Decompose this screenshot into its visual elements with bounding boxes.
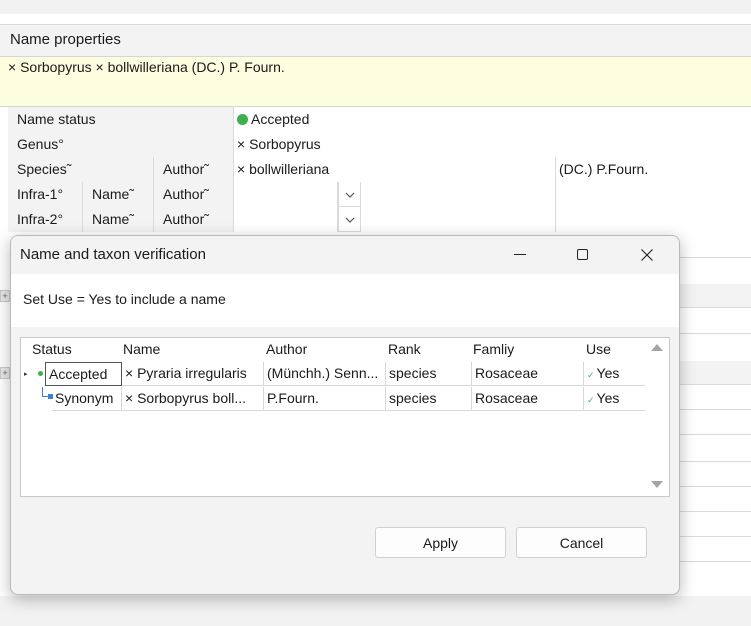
grid-line: [680, 461, 751, 462]
column-header-status[interactable]: Status: [32, 341, 72, 357]
green-status-dot-icon: [237, 114, 248, 125]
species-author-label: Author˜: [154, 157, 234, 182]
chevron-down-icon[interactable]: [338, 207, 361, 232]
infra1-label: Infra-1°: [8, 182, 83, 207]
infra2-author-field[interactable]: [556, 207, 751, 232]
dialog-hint-area: Set Use = Yes to include a name: [11, 274, 679, 327]
grid-line: [680, 536, 751, 537]
name-status-row: Name status Accepted: [8, 107, 751, 132]
infra1-rank-select[interactable]: [234, 182, 338, 207]
cell-use[interactable]: ✓ Yes: [584, 387, 646, 411]
infra2-name-field[interactable]: [361, 207, 556, 232]
window-bottom-strip: [0, 596, 751, 626]
species-field[interactable]: × bollwilleriana: [234, 157, 556, 182]
column-header-name[interactable]: Name: [123, 341, 160, 357]
cell-name[interactable]: × Sorbopyrus boll...: [122, 387, 264, 411]
grid-line: [680, 434, 751, 435]
table-row[interactable]: Synonym × Sorbopyrus boll... P.Fourn. sp…: [21, 387, 646, 412]
cell-rank[interactable]: species: [386, 387, 472, 411]
minimize-icon[interactable]: [497, 236, 543, 274]
species-label: Species˜: [8, 157, 154, 182]
infra2-author-label: Author˜: [154, 207, 234, 232]
genus-row: Genus° × Sorbopyrus: [8, 132, 751, 157]
chevron-down-icon[interactable]: [338, 182, 361, 207]
table-row[interactable]: ▸ Accepted × Pyraria irregularis (Münchh…: [21, 362, 646, 387]
grid-row-bg: [680, 361, 751, 385]
full-name-display: × Sorbopyrus × bollwilleriana (DC.) P. F…: [0, 57, 751, 107]
column-header-family[interactable]: Famliy: [473, 341, 514, 357]
cell-family[interactable]: Rosaceae: [472, 387, 584, 411]
name-status-label: Name status: [8, 107, 234, 132]
infra1-author-field[interactable]: [556, 182, 751, 207]
window-top-strip: [0, 0, 751, 14]
cell-use[interactable]: ✓ Yes: [584, 362, 646, 386]
cell-author[interactable]: P.Fourn.: [264, 387, 386, 411]
expand-icon[interactable]: +: [0, 290, 10, 302]
grid-line: [680, 486, 751, 487]
cell-name[interactable]: × Pyraria irregularis: [122, 362, 264, 386]
name-taxon-verification-dialog: Name and taxon verification Set Use = Ye…: [10, 235, 680, 595]
cell-author[interactable]: (Münchh.) Senn...: [264, 362, 386, 386]
species-author-field[interactable]: (DC.) P.Fourn.: [556, 157, 751, 182]
infra1-row: Infra-1° Name˜ Author˜: [8, 182, 751, 207]
panel-title: Name properties: [0, 24, 751, 57]
species-row: Species˜ Author˜ × bollwilleriana (DC.) …: [8, 157, 751, 182]
dialog-title: Name and taxon verification: [20, 246, 206, 263]
cell-status[interactable]: Synonym: [52, 387, 122, 411]
scroll-up-icon[interactable]: [651, 344, 663, 351]
infra1-name-label: Name˜: [83, 182, 154, 207]
cell-family[interactable]: Rosaceae: [472, 362, 584, 386]
dialog-titlebar[interactable]: Name and taxon verification: [11, 236, 679, 274]
maximize-icon[interactable]: [560, 236, 606, 274]
grid-line: [680, 409, 751, 410]
grid-line: [680, 561, 751, 562]
check-icon: ✓: [587, 370, 595, 380]
green-status-dot-icon: [38, 371, 43, 376]
grid-line: [680, 511, 751, 512]
cell-status[interactable]: Accepted: [45, 362, 122, 386]
cancel-button[interactable]: Cancel: [516, 527, 647, 558]
infra1-name-field[interactable]: [361, 182, 556, 207]
column-header-use[interactable]: Use: [586, 341, 611, 357]
table-scrollbar[interactable]: [645, 338, 669, 496]
scroll-down-icon[interactable]: [651, 481, 663, 488]
check-icon: ✓: [587, 395, 595, 405]
infra2-name-label: Name˜: [83, 207, 154, 232]
infra1-author-label: Author˜: [154, 182, 234, 207]
genus-field[interactable]: × Sorbopyrus: [234, 132, 751, 157]
verification-table: Status Name Author Rank Famliy Use ▸ Acc…: [20, 337, 670, 497]
genus-label: Genus°: [8, 132, 234, 157]
infra2-label: Infra-2°: [8, 207, 83, 232]
infra2-rank-select[interactable]: [234, 207, 338, 232]
column-header-author[interactable]: Author: [266, 341, 307, 357]
column-header-rank[interactable]: Rank: [388, 341, 421, 357]
cell-rank[interactable]: species: [386, 362, 472, 386]
name-status-value[interactable]: Accepted: [234, 107, 751, 132]
grid-row-bg: [680, 284, 751, 308]
infra2-row: Infra-2° Name˜ Author˜: [8, 207, 751, 232]
grid-line: [680, 257, 751, 258]
close-icon[interactable]: [624, 236, 670, 274]
current-row-indicator-icon: ▸: [24, 371, 28, 378]
apply-button[interactable]: Apply: [375, 527, 506, 558]
dialog-hint: Set Use = Yes to include a name: [23, 291, 226, 307]
expand-icon[interactable]: +: [0, 367, 10, 379]
grid-line: [680, 333, 751, 334]
